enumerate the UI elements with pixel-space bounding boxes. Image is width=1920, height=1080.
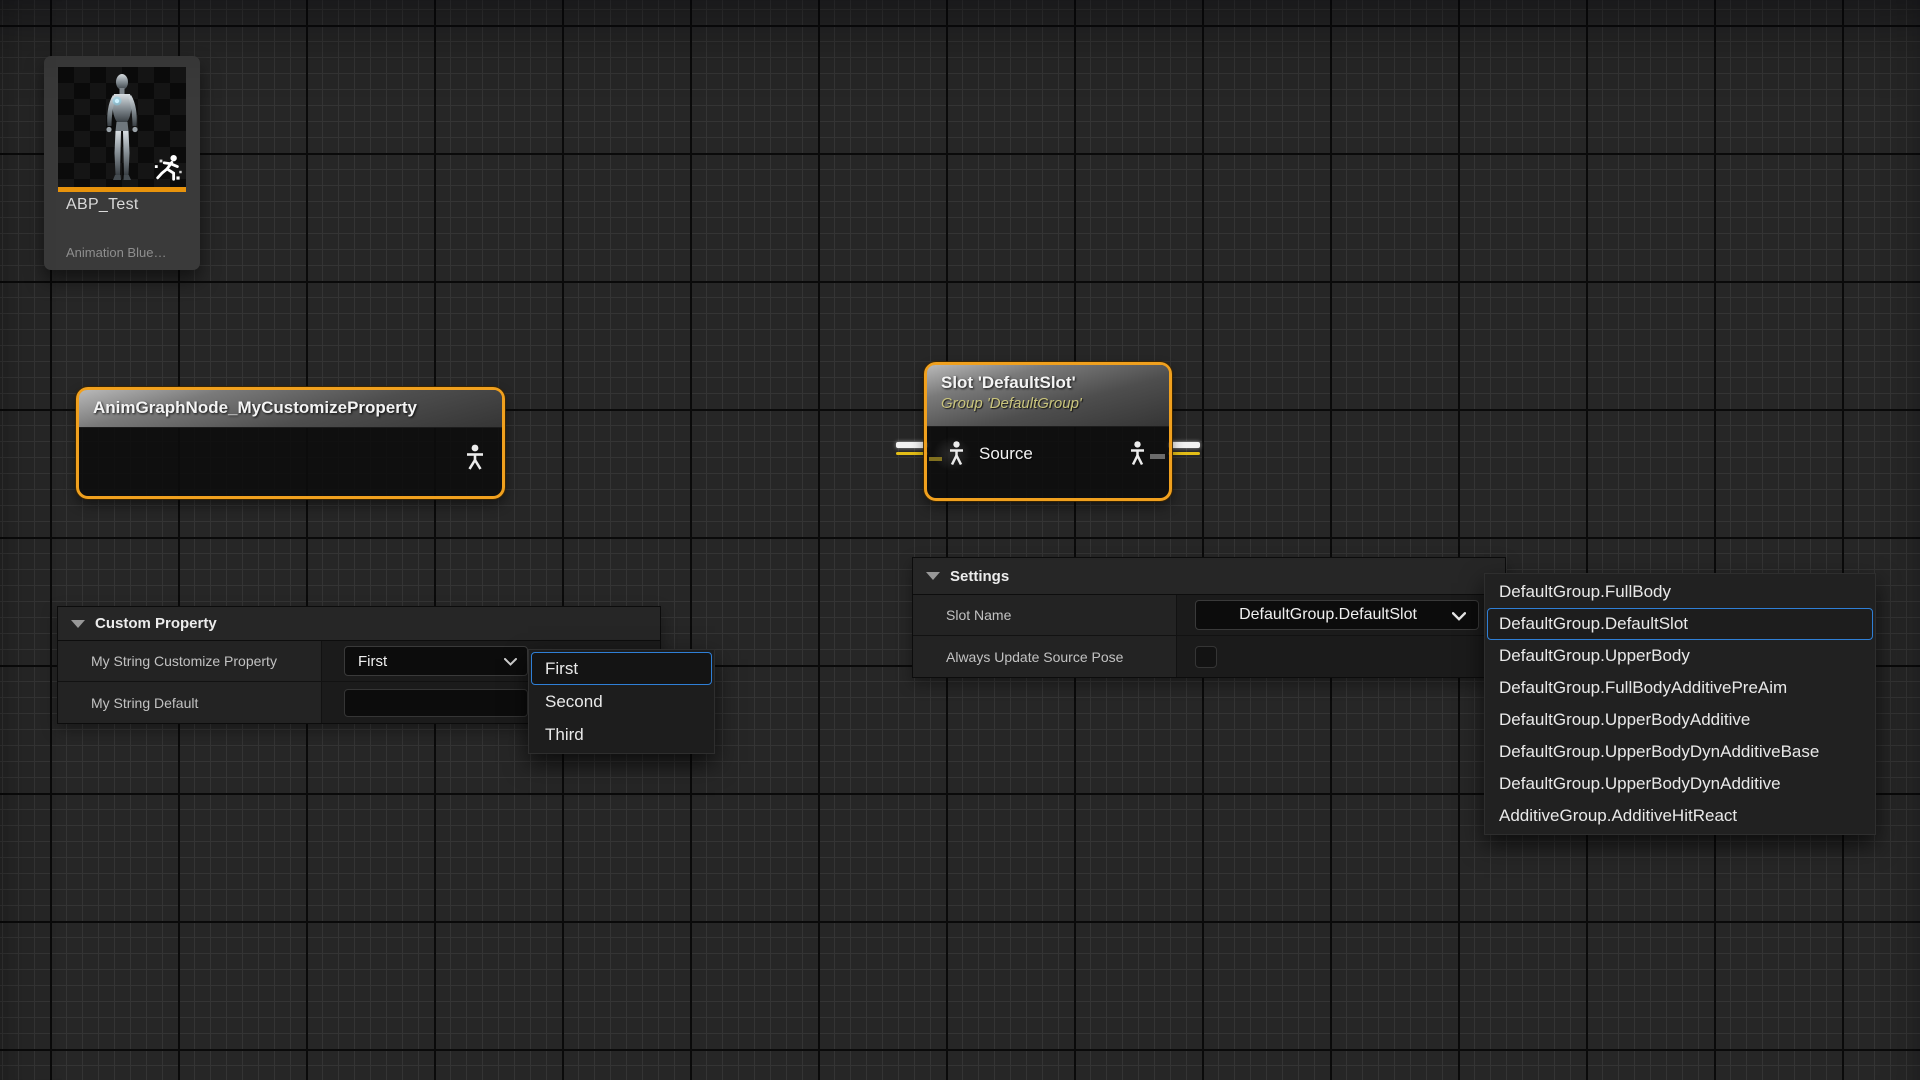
asset-type-label: Animation Blue…	[66, 245, 186, 260]
slot-option[interactable]: DefaultGroup.UpperBodyAdditive	[1487, 704, 1873, 736]
node-title: Slot 'DefaultSlot'	[941, 373, 1155, 393]
slot-option[interactable]: DefaultGroup.FullBodyAdditivePreAim	[1487, 672, 1873, 704]
animgraph-canvas[interactable]: ABP_Test Animation Blue… AnimGraphNode_M…	[0, 0, 1920, 1080]
panel-header-label: Settings	[950, 568, 1009, 585]
menu-item-first[interactable]: First	[531, 652, 712, 685]
slot-option[interactable]: DefaultGroup.UpperBody	[1487, 640, 1873, 672]
node-title: AnimGraphNode_MyCustomizeProperty	[93, 398, 488, 418]
node-subtitle: Group 'DefaultGroup'	[941, 395, 1155, 412]
node-title-bar[interactable]: AnimGraphNode_MyCustomizeProperty	[79, 390, 502, 428]
asset-class-color-bar	[58, 187, 186, 192]
chevron-down-icon	[1452, 612, 1466, 621]
input-pin-nub	[929, 457, 942, 461]
asset-title: ABP_Test	[66, 196, 186, 214]
expander-arrow-icon[interactable]	[71, 620, 85, 628]
menu-item-second[interactable]: Second	[531, 685, 712, 718]
enum-dropdown-menu: First Second Third	[528, 649, 715, 754]
canvas-vignette	[0, 0, 1920, 1080]
property-row-slot-name: Slot Name DefaultGroup.DefaultSlot	[913, 595, 1505, 636]
property-row-always-update-source-pose: Always Update Source Pose	[913, 636, 1505, 677]
settings-panel-header[interactable]: Settings	[913, 558, 1505, 595]
menu-item-third[interactable]: Third	[531, 718, 712, 751]
always-update-source-pose-checkbox[interactable]	[1195, 646, 1217, 668]
slot-option[interactable]: DefaultGroup.UpperBodyDynAdditiveBase	[1487, 736, 1873, 768]
combo-value: DefaultGroup.DefaultSlot	[1239, 606, 1417, 624]
mannequin-figure-icon	[86, 73, 158, 185]
node-slot-defaultslot[interactable]: Slot 'DefaultSlot' Group 'DefaultGroup' …	[924, 362, 1172, 501]
output-pin-nub	[1150, 454, 1165, 459]
property-label: Slot Name	[913, 595, 1177, 635]
chevron-down-icon	[504, 658, 517, 666]
my-string-default-input[interactable]	[344, 689, 528, 717]
node-title-bar[interactable]: Slot 'DefaultSlot' Group 'DefaultGroup'	[927, 365, 1169, 427]
source-input-pin[interactable]	[949, 441, 964, 467]
settings-panel: Settings Slot Name DefaultGroup.DefaultS…	[912, 557, 1506, 678]
slot-name-combo[interactable]: DefaultGroup.DefaultSlot	[1195, 600, 1479, 630]
property-label: Always Update Source Pose	[913, 636, 1177, 677]
my-string-customize-combo[interactable]: First	[344, 646, 528, 676]
pose-output-pin[interactable]	[465, 444, 485, 472]
slot-option[interactable]: AdditiveGroup.AdditiveHitReact	[1487, 800, 1873, 832]
pose-wire-right-highlight	[1168, 452, 1200, 455]
slot-name-dropdown-menu: DefaultGroup.FullBody DefaultGroup.Defau…	[1484, 573, 1876, 835]
panel-header-label: Custom Property	[95, 615, 217, 632]
asset-thumbnail	[58, 67, 186, 187]
node-anim-graph-custom-property[interactable]: AnimGraphNode_MyCustomizeProperty	[76, 387, 505, 499]
expander-arrow-icon[interactable]	[926, 572, 940, 580]
combo-value: First	[358, 653, 387, 670]
property-label: My String Customize Property	[58, 641, 322, 681]
anim-blueprint-runner-icon	[153, 153, 183, 183]
slot-pin-row: Source	[927, 441, 1169, 471]
custom-property-panel-header[interactable]: Custom Property	[58, 607, 660, 641]
pose-output-pin[interactable]	[1130, 441, 1145, 467]
pose-wire-right	[1168, 442, 1200, 448]
slot-option[interactable]: DefaultGroup.FullBody	[1487, 576, 1873, 608]
source-pin-label: Source	[979, 444, 1033, 464]
asset-card-abp-test[interactable]: ABP_Test Animation Blue…	[44, 56, 200, 270]
slot-option-selected[interactable]: DefaultGroup.DefaultSlot	[1487, 608, 1873, 640]
property-label: My String Default	[58, 682, 322, 723]
slot-option[interactable]: DefaultGroup.UpperBodyDynAdditive	[1487, 768, 1873, 800]
